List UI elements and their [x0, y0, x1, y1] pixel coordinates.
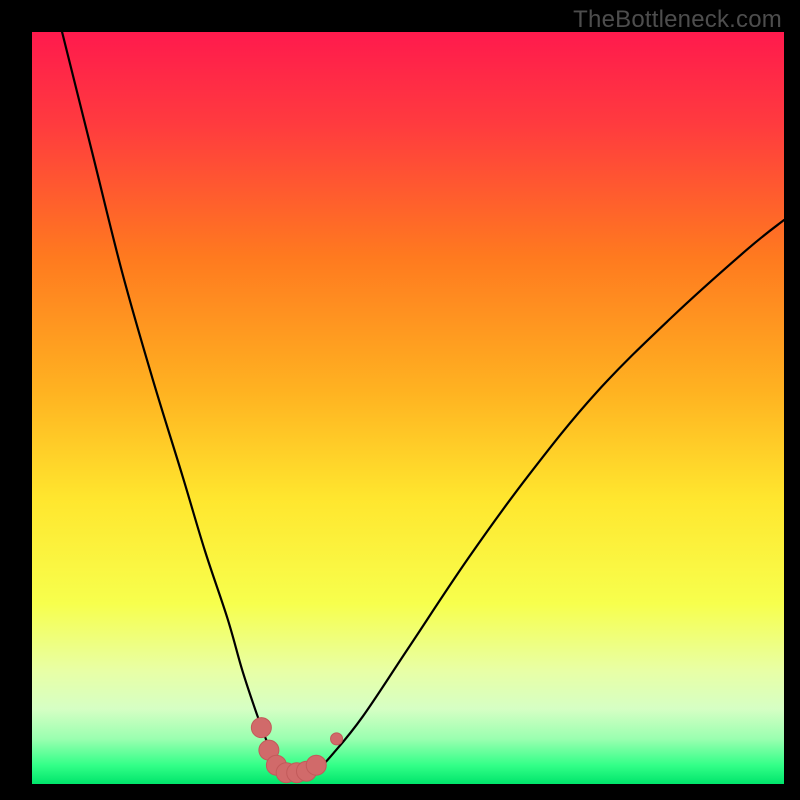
- highlighted-range: [251, 718, 342, 783]
- watermark-text: TheBottleneck.com: [573, 6, 782, 34]
- curve-layer: [32, 32, 784, 784]
- chart-frame: TheBottleneck.com: [0, 0, 800, 800]
- marker-point: [251, 718, 271, 738]
- plot-area: [32, 32, 784, 784]
- marker-point: [331, 733, 343, 745]
- marker-point: [306, 755, 326, 775]
- bottleneck-curve: [62, 32, 784, 777]
